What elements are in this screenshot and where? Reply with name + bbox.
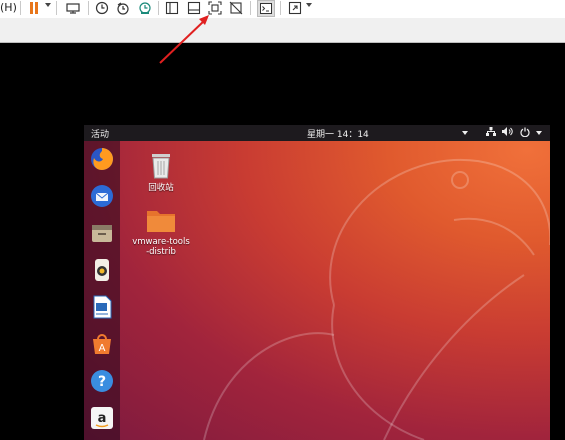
toolbar-separator [158, 1, 159, 15]
ubuntu-dock: A ? a [84, 141, 120, 440]
thunderbird-icon[interactable] [88, 182, 116, 210]
toolbar-separator [20, 1, 21, 15]
svg-text:a: a [98, 411, 107, 426]
console-view-icon[interactable] [257, 0, 275, 17]
svg-text:A: A [99, 343, 106, 354]
network-icon[interactable] [486, 127, 496, 139]
folder-icon [131, 207, 191, 237]
send-keys-icon[interactable] [65, 0, 81, 16]
files-icon[interactable] [88, 219, 116, 247]
rhythmbox-icon[interactable] [88, 256, 116, 284]
fit-guest-icon[interactable] [207, 0, 223, 16]
clock[interactable]: 星期一 14：14 [307, 127, 369, 140]
volume-icon[interactable] [502, 127, 513, 139]
vmware-toolbar: (H) [0, 0, 565, 18]
ubuntu-desktop: 活动 星期一 14：14 A ? a 回收站 vmware-tools-dist… [84, 125, 550, 440]
firefox-icon[interactable] [88, 145, 116, 173]
trash-icon [131, 151, 191, 183]
tab-strip [0, 18, 565, 43]
desktop-folder-vmware-tools[interactable]: vmware-tools-distrib [131, 207, 191, 257]
toolbar-separator [280, 1, 281, 15]
system-menu-chevron-icon[interactable] [536, 131, 542, 135]
toolbar-separator [250, 1, 251, 15]
snapshot-restore-icon[interactable] [115, 0, 131, 16]
toolbar-separator [56, 1, 57, 15]
fullscreen-icon[interactable] [287, 0, 303, 16]
fullscreen-dropdown-caret[interactable] [306, 3, 312, 7]
thumbnail-bar-icon[interactable] [186, 0, 202, 16]
desktop-trash[interactable]: 回收站 [131, 151, 191, 193]
no-frame-icon[interactable] [228, 0, 244, 16]
activities-button[interactable]: 活动 [91, 127, 109, 140]
help-icon[interactable]: ? [88, 367, 116, 395]
chevron-down-icon[interactable] [462, 131, 468, 135]
amazon-icon[interactable]: a [88, 404, 116, 432]
show-library-icon[interactable] [164, 0, 180, 16]
desktop-item-label: vmware-tools-distrib [132, 237, 190, 257]
snapshot-icon[interactable] [94, 0, 110, 16]
ubuntu-top-bar: 活动 星期一 14：14 [84, 125, 550, 141]
power-icon[interactable] [520, 127, 530, 140]
pause-icon[interactable] [26, 0, 42, 16]
svg-text:?: ? [98, 374, 106, 390]
pause-dropdown-caret[interactable] [45, 3, 51, 7]
writer-icon[interactable] [88, 293, 116, 321]
help-menu-fragment[interactable]: (H) [0, 1, 17, 14]
toolbar-separator [88, 1, 89, 15]
snapshot-manager-icon[interactable] [137, 0, 153, 16]
desktop-item-label: 回收站 [148, 183, 174, 193]
software-center-icon[interactable]: A [88, 330, 116, 358]
